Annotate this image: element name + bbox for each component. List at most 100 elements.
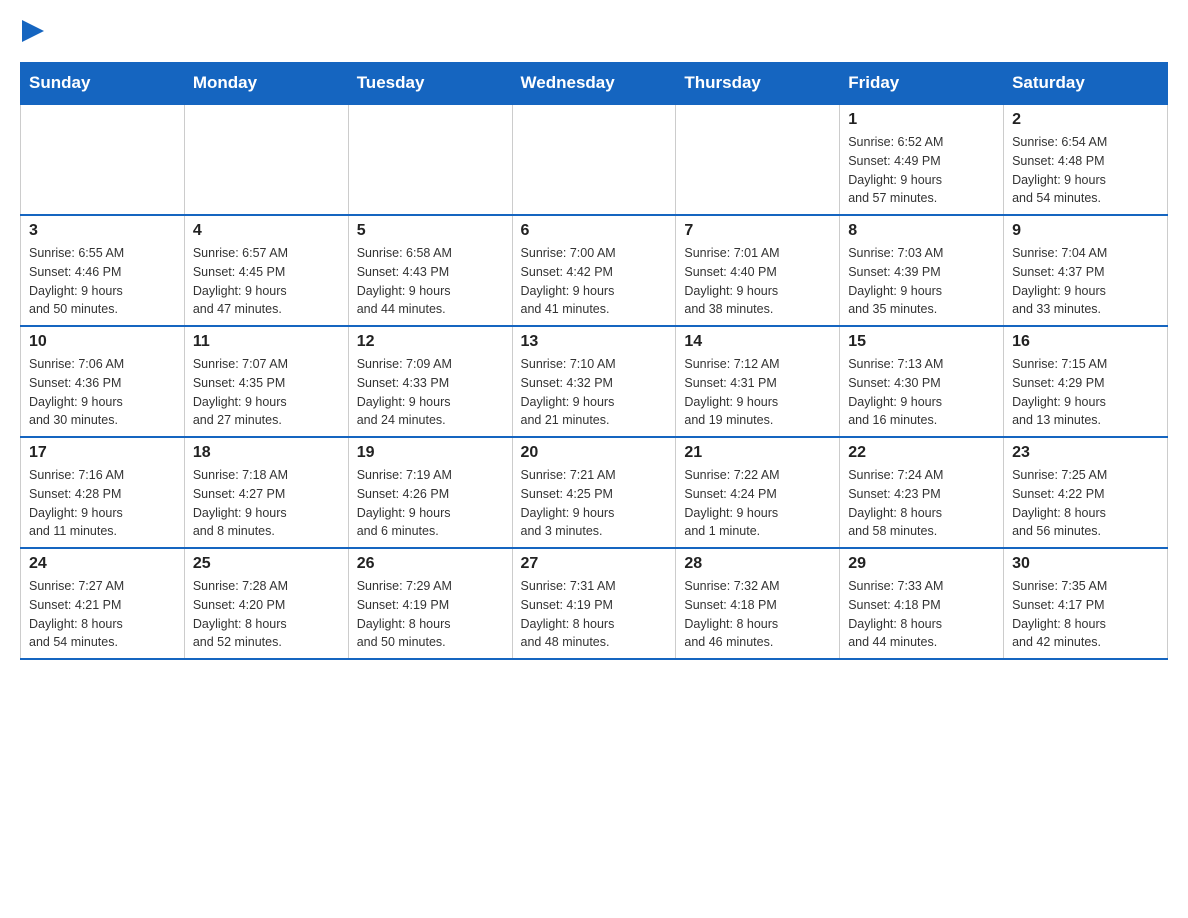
day-info: Sunrise: 7:27 AM Sunset: 4:21 PM Dayligh…: [29, 577, 176, 652]
day-info: Sunrise: 6:55 AM Sunset: 4:46 PM Dayligh…: [29, 244, 176, 319]
calendar-cell: 4 Sunrise: 6:57 AM Sunset: 4:45 PM Daylig…: [184, 215, 348, 326]
day-info: Sunrise: 6:57 AM Sunset: 4:45 PM Dayligh…: [193, 244, 340, 319]
day-number: 28: [684, 555, 831, 573]
day-number: 2: [1012, 111, 1159, 129]
day-info: Sunrise: 7:33 AM Sunset: 4:18 PM Dayligh…: [848, 577, 995, 652]
day-number: 5: [357, 222, 504, 240]
weekday-header-tuesday: Tuesday: [348, 63, 512, 105]
day-number: 23: [1012, 444, 1159, 462]
calendar-cell: 1 Sunrise: 6:52 AM Sunset: 4:49 PM Daylig…: [840, 104, 1004, 215]
weekday-header-saturday: Saturday: [1004, 63, 1168, 105]
calendar-cell: 20 Sunrise: 7:21 AM Sunset: 4:25 PM Dayli…: [512, 437, 676, 548]
calendar-week-2: 3 Sunrise: 6:55 AM Sunset: 4:46 PM Daylig…: [21, 215, 1168, 326]
day-number: 11: [193, 333, 340, 351]
day-info: Sunrise: 7:12 AM Sunset: 4:31 PM Dayligh…: [684, 355, 831, 430]
calendar-cell: [512, 104, 676, 215]
day-info: Sunrise: 6:52 AM Sunset: 4:49 PM Dayligh…: [848, 133, 995, 208]
day-number: 7: [684, 222, 831, 240]
day-number: 24: [29, 555, 176, 573]
day-info: Sunrise: 7:00 AM Sunset: 4:42 PM Dayligh…: [521, 244, 668, 319]
calendar-cell: 17Sunrise: 7:16 AM Sunset: 4:28 PM Dayli…: [21, 437, 185, 548]
weekday-header-wednesday: Wednesday: [512, 63, 676, 105]
day-info: Sunrise: 7:25 AM Sunset: 4:22 PM Dayligh…: [1012, 466, 1159, 541]
day-info: Sunrise: 7:18 AM Sunset: 4:27 PM Dayligh…: [193, 466, 340, 541]
day-info: Sunrise: 7:24 AM Sunset: 4:23 PM Dayligh…: [848, 466, 995, 541]
day-info: Sunrise: 7:07 AM Sunset: 4:35 PM Dayligh…: [193, 355, 340, 430]
day-info: Sunrise: 7:01 AM Sunset: 4:40 PM Dayligh…: [684, 244, 831, 319]
weekday-header-monday: Monday: [184, 63, 348, 105]
day-number: 4: [193, 222, 340, 240]
calendar-cell: 6 Sunrise: 7:00 AM Sunset: 4:42 PM Daylig…: [512, 215, 676, 326]
calendar-cell: [21, 104, 185, 215]
calendar-cell: 18 Sunrise: 7:18 AM Sunset: 4:27 PM Dayli…: [184, 437, 348, 548]
calendar-cell: [184, 104, 348, 215]
day-number: 25: [193, 555, 340, 573]
day-number: 10: [29, 333, 176, 351]
calendar-cell: [348, 104, 512, 215]
day-number: 12: [357, 333, 504, 351]
day-number: 15: [848, 333, 995, 351]
day-info: Sunrise: 7:16 AM Sunset: 4:28 PM Dayligh…: [29, 466, 176, 541]
day-info: Sunrise: 7:19 AM Sunset: 4:26 PM Dayligh…: [357, 466, 504, 541]
day-info: Sunrise: 7:13 AM Sunset: 4:30 PM Dayligh…: [848, 355, 995, 430]
calendar-table: SundayMondayTuesdayWednesdayThursdayFrid…: [20, 62, 1168, 660]
calendar-cell: 7 Sunrise: 7:01 AM Sunset: 4:40 PM Daylig…: [676, 215, 840, 326]
day-number: 18: [193, 444, 340, 462]
calendar-cell: 19 Sunrise: 7:19 AM Sunset: 4:26 PM Dayli…: [348, 437, 512, 548]
weekday-header-row: SundayMondayTuesdayWednesdayThursdayFrid…: [21, 63, 1168, 105]
calendar-cell: 12 Sunrise: 7:09 AM Sunset: 4:33 PM Dayli…: [348, 326, 512, 437]
calendar-cell: 23 Sunrise: 7:25 AM Sunset: 4:22 PM Dayli…: [1004, 437, 1168, 548]
day-number: 8: [848, 222, 995, 240]
page-header: [20, 20, 1168, 42]
calendar-cell: 3 Sunrise: 6:55 AM Sunset: 4:46 PM Daylig…: [21, 215, 185, 326]
day-info: Sunrise: 7:28 AM Sunset: 4:20 PM Dayligh…: [193, 577, 340, 652]
calendar-cell: 2 Sunrise: 6:54 AM Sunset: 4:48 PM Daylig…: [1004, 104, 1168, 215]
day-number: 27: [521, 555, 668, 573]
day-info: Sunrise: 7:04 AM Sunset: 4:37 PM Dayligh…: [1012, 244, 1159, 319]
day-info: Sunrise: 7:09 AM Sunset: 4:33 PM Dayligh…: [357, 355, 504, 430]
calendar-cell: 16 Sunrise: 7:15 AM Sunset: 4:29 PM Dayli…: [1004, 326, 1168, 437]
day-number: 30: [1012, 555, 1159, 573]
weekday-header-sunday: Sunday: [21, 63, 185, 105]
day-info: Sunrise: 7:21 AM Sunset: 4:25 PM Dayligh…: [521, 466, 668, 541]
day-number: 20: [521, 444, 668, 462]
calendar-cell: 14 Sunrise: 7:12 AM Sunset: 4:31 PM Dayli…: [676, 326, 840, 437]
logo-arrow-icon: [22, 20, 44, 42]
weekday-header-thursday: Thursday: [676, 63, 840, 105]
day-info: Sunrise: 7:22 AM Sunset: 4:24 PM Dayligh…: [684, 466, 831, 541]
calendar-cell: 21 Sunrise: 7:22 AM Sunset: 4:24 PM Dayli…: [676, 437, 840, 548]
calendar-week-4: 17Sunrise: 7:16 AM Sunset: 4:28 PM Dayli…: [21, 437, 1168, 548]
calendar-week-5: 24 Sunrise: 7:27 AM Sunset: 4:21 PM Dayli…: [21, 548, 1168, 659]
day-info: Sunrise: 7:35 AM Sunset: 4:17 PM Dayligh…: [1012, 577, 1159, 652]
calendar-cell: 5 Sunrise: 6:58 AM Sunset: 4:43 PM Daylig…: [348, 215, 512, 326]
day-info: Sunrise: 7:31 AM Sunset: 4:19 PM Dayligh…: [521, 577, 668, 652]
day-info: Sunrise: 6:54 AM Sunset: 4:48 PM Dayligh…: [1012, 133, 1159, 208]
calendar-cell: 26 Sunrise: 7:29 AM Sunset: 4:19 PM Dayli…: [348, 548, 512, 659]
calendar-cell: 15 Sunrise: 7:13 AM Sunset: 4:30 PM Dayli…: [840, 326, 1004, 437]
day-info: Sunrise: 7:03 AM Sunset: 4:39 PM Dayligh…: [848, 244, 995, 319]
calendar-cell: 27 Sunrise: 7:31 AM Sunset: 4:19 PM Dayli…: [512, 548, 676, 659]
day-info: Sunrise: 7:32 AM Sunset: 4:18 PM Dayligh…: [684, 577, 831, 652]
day-number: 21: [684, 444, 831, 462]
day-info: Sunrise: 6:58 AM Sunset: 4:43 PM Dayligh…: [357, 244, 504, 319]
day-info: Sunrise: 7:06 AM Sunset: 4:36 PM Dayligh…: [29, 355, 176, 430]
calendar-cell: 9Sunrise: 7:04 AM Sunset: 4:37 PM Daylig…: [1004, 215, 1168, 326]
calendar-cell: 8 Sunrise: 7:03 AM Sunset: 4:39 PM Daylig…: [840, 215, 1004, 326]
calendar-cell: 22Sunrise: 7:24 AM Sunset: 4:23 PM Dayli…: [840, 437, 1004, 548]
calendar-cell: 29Sunrise: 7:33 AM Sunset: 4:18 PM Dayli…: [840, 548, 1004, 659]
calendar-cell: 11 Sunrise: 7:07 AM Sunset: 4:35 PM Dayli…: [184, 326, 348, 437]
day-number: 19: [357, 444, 504, 462]
day-number: 6: [521, 222, 668, 240]
logo: [20, 20, 44, 42]
day-number: 26: [357, 555, 504, 573]
calendar-cell: 24 Sunrise: 7:27 AM Sunset: 4:21 PM Dayli…: [21, 548, 185, 659]
day-number: 1: [848, 111, 995, 129]
calendar-cell: [676, 104, 840, 215]
day-number: 16: [1012, 333, 1159, 351]
calendar-week-1: 1 Sunrise: 6:52 AM Sunset: 4:49 PM Daylig…: [21, 104, 1168, 215]
calendar-week-3: 10 Sunrise: 7:06 AM Sunset: 4:36 PM Dayli…: [21, 326, 1168, 437]
day-number: 14: [684, 333, 831, 351]
day-number: 3: [29, 222, 176, 240]
day-info: Sunrise: 7:29 AM Sunset: 4:19 PM Dayligh…: [357, 577, 504, 652]
day-info: Sunrise: 7:15 AM Sunset: 4:29 PM Dayligh…: [1012, 355, 1159, 430]
